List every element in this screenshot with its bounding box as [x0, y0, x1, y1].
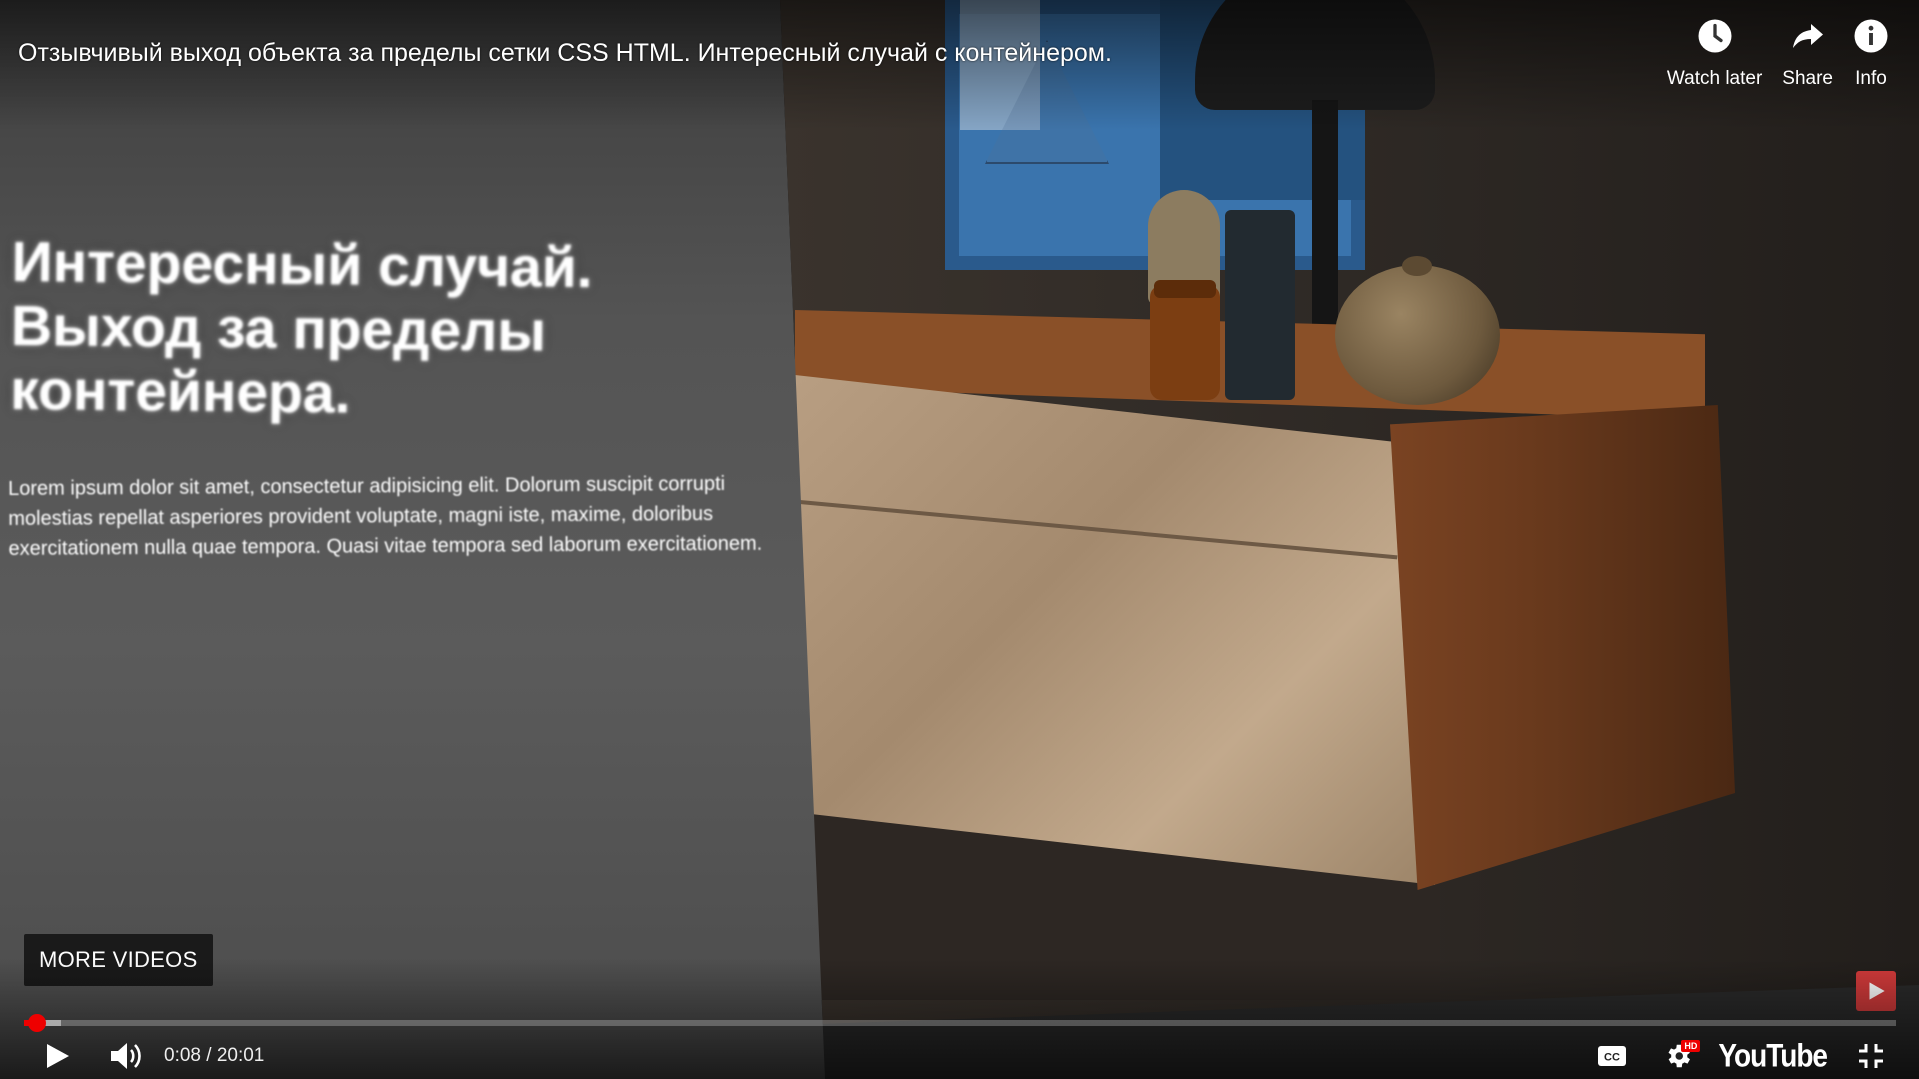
watch-later-button[interactable]: Watch later [1657, 18, 1772, 90]
exit-fullscreen-icon [1859, 1044, 1883, 1068]
slide-heading-line: контейнера. [9, 357, 351, 426]
volume-button[interactable] [106, 1038, 146, 1074]
hd-badge: HD [1681, 1040, 1701, 1052]
time-display: 0:08 / 20:01 [164, 1045, 265, 1066]
clock-icon [1697, 18, 1733, 68]
captions-icon: CC [1598, 1046, 1627, 1066]
info-label: Info [1855, 68, 1887, 89]
share-button[interactable]: Share [1772, 18, 1843, 90]
slide-heading-line: Выход за пределы [10, 293, 547, 364]
frame-jar [1150, 285, 1220, 400]
video-frame[interactable]: Интересный случай. Выход за пределы конт… [0, 0, 1919, 1079]
frame-jar-cap [1154, 280, 1216, 298]
watch-later-label: Watch later [1666, 68, 1763, 89]
slide-heading: Интересный случай. Выход за пределы конт… [10, 230, 732, 430]
volume-icon [111, 1043, 141, 1069]
frame-spiky-ball-top [1402, 256, 1432, 276]
frame-dark-box [1225, 210, 1295, 400]
progress-scrubber[interactable] [27, 1014, 46, 1032]
info-button[interactable]: Info [1843, 18, 1899, 90]
settings-button[interactable]: HD [1658, 1038, 1701, 1074]
exit-fullscreen-button[interactable] [1853, 1038, 1889, 1074]
share-label: Share [1782, 68, 1833, 89]
video-player[interactable]: Интересный случай. Выход за пределы конт… [0, 0, 1919, 1079]
svg-text:CC: CC [1604, 1052, 1620, 1064]
play-button[interactable] [40, 1038, 76, 1074]
play-icon [47, 1044, 69, 1068]
slide-body-text: Lorem ipsum dolor sit amet, consectetur … [8, 472, 763, 560]
frame-cabinet-front [795, 375, 1435, 885]
captions-button[interactable]: CC [1592, 1038, 1632, 1074]
top-actions: Watch later Share Info [1657, 18, 1899, 90]
frame-spiky-ball [1335, 265, 1500, 405]
slide-heading-line: Интересный случай. [11, 230, 593, 301]
video-title[interactable]: Отзывчивый выход объекта за пределы сетк… [18, 38, 1112, 68]
share-arrow-icon [1790, 18, 1826, 68]
info-icon [1853, 18, 1889, 68]
progress-bar[interactable] [24, 1014, 1896, 1032]
youtube-logo[interactable]: YouTube [1718, 1038, 1828, 1075]
control-bar: 0:08 / 20:01 CC HD YouTube [0, 1033, 1919, 1079]
